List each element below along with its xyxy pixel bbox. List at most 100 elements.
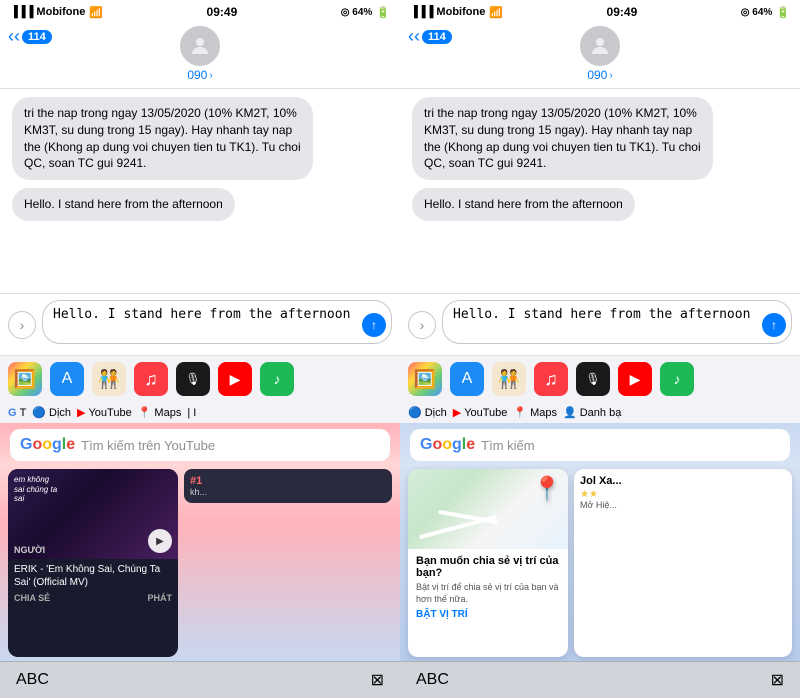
quick-link-contacts-right[interactable]: 👤 Danh bạ xyxy=(563,406,621,419)
status-left: ▐▐▐ Mobifone 📶 xyxy=(10,6,103,19)
signal-icon-left: ◎ 64% xyxy=(341,7,373,18)
play-action-button-left[interactable]: PHÁT xyxy=(148,593,173,603)
status-right-left: ◎ 64% 🔋 xyxy=(341,6,390,19)
music-icon-right[interactable]: ♫ xyxy=(534,362,568,396)
video-info-left: ERIK - 'Em Không Sai, Chúng Ta Sai' (Off… xyxy=(8,559,178,607)
partial-card-right[interactable]: Jol Xa... ★★ Mở Hiệ... xyxy=(574,469,792,657)
maps-title-right: Bạn muốn chia sẻ vị trí của bạn? xyxy=(416,555,560,579)
video-thumbnail-left: NGƯỜI em khôngsai chúng tasai ▶ xyxy=(8,469,178,559)
youtube-icon-right[interactable]: ▶ xyxy=(618,362,652,396)
keyboard-label-left: ABC xyxy=(16,671,49,689)
quick-link-translate-label-right: Dịch xyxy=(425,407,447,419)
wifi-icon-right: 📶 xyxy=(489,6,503,19)
search-placeholder-left: Tìm kiếm trên YouTube xyxy=(81,438,215,453)
message-bubble-right-0: tri the nap trong ngay 13/05/2020 (10% K… xyxy=(412,97,713,180)
status-bar-right: ▐▐▐ Mobifone 📶 09:49 ◎ 64% 🔋 xyxy=(400,0,800,22)
avatar-right xyxy=(580,26,620,66)
search-placeholder-right: Tìm kiếm xyxy=(481,438,534,453)
quick-link-youtube-left[interactable]: ▶ YouTube xyxy=(77,406,132,419)
quick-link-translate-left[interactable]: 🔵 Dịch xyxy=(32,406,71,419)
quick-link-youtube-right[interactable]: ▶ YouTube xyxy=(453,406,508,419)
quick-link-google-left[interactable]: G T xyxy=(8,407,26,419)
chat-header-left: ‹‹ 114 090 › xyxy=(0,22,400,89)
contact-chevron-left: › xyxy=(209,70,212,81)
text-input-right[interactable]: Hello. I stand here from the afternoon xyxy=(442,300,792,344)
photos-icon-right[interactable]: 🖼️ xyxy=(408,362,442,396)
appstore-icon-right[interactable]: A xyxy=(450,362,484,396)
quick-link-youtube-label-left: YouTube xyxy=(88,407,131,419)
quick-link-translate-label: Dịch xyxy=(49,407,71,419)
text-input-wrapper-left: Hello. I stand here from the afternoon ↑ xyxy=(42,300,392,349)
quick-link-google-label: T xyxy=(20,407,27,419)
search-box-right[interactable]: Google Tìm kiếm xyxy=(410,429,790,461)
status-right-right: ◎ 64% 🔋 xyxy=(741,6,790,19)
keyboard-bar-right: ABC ⊠ xyxy=(400,661,800,698)
back-button-left[interactable]: ‹‹ 114 xyxy=(8,26,52,47)
maps-action-button[interactable]: BẬT VỊ TRÍ xyxy=(416,609,560,620)
left-panel: ▐▐▐ Mobifone 📶 09:49 ◎ 64% 🔋 ‹‹ 114 090 … xyxy=(0,0,400,698)
expand-button-left[interactable]: › xyxy=(8,311,36,339)
contact-name-right[interactable]: 090 › xyxy=(587,68,612,82)
search-container-right: Google Tìm kiếm xyxy=(400,423,800,465)
spotify-icon-left[interactable]: ♪ xyxy=(260,362,294,396)
photos-icon-left[interactable]: 🖼️ xyxy=(8,362,42,396)
chat-header-right: ‹‹ 114 090 › xyxy=(400,22,800,89)
quick-link-translate-right[interactable]: 🔵 Dịch xyxy=(408,406,447,419)
app-icons-row-left: 🖼️ A 🧑‍🤝‍🧑 ♫ 🎙 ▶ ♪ xyxy=(0,355,400,402)
expand-button-right[interactable]: › xyxy=(408,311,436,339)
contact-name-left[interactable]: 090 › xyxy=(187,68,212,82)
avatar-left xyxy=(180,26,220,66)
text-input-left[interactable]: Hello. I stand here from the afternoon xyxy=(42,300,392,344)
right-panel: ▐▐▐ Mobifone 📶 09:49 ◎ 64% 🔋 ‹‹ 114 090 … xyxy=(400,0,800,698)
right-cards-left: #1 kh... xyxy=(184,469,392,657)
maps-info-right: Bạn muốn chia sẻ vị trí của bạn? Bật vị … xyxy=(408,549,568,626)
chevron-icon-right: ‹‹ xyxy=(408,26,420,47)
contact-chevron-right: › xyxy=(609,70,612,81)
carrier-left: ▐▐▐ Mobifone xyxy=(10,6,85,18)
search-box-left[interactable]: Google Tìm kiếm trên YouTube xyxy=(10,429,390,461)
play-button-left[interactable]: ▶ xyxy=(148,529,172,553)
video-title-left: ERIK - 'Em Không Sai, Chúng Ta Sai' (Off… xyxy=(14,563,172,589)
keyboard-close-right[interactable]: ⊠ xyxy=(771,670,784,690)
chevron-icon-left: ‹‹ xyxy=(8,26,20,47)
sent-row-left: Hello. I stand here from the afternoon xyxy=(12,188,388,221)
wifi-icon-left: 📶 xyxy=(89,6,103,19)
google-logo-left: Google xyxy=(20,436,75,454)
clubhouse-icon-right[interactable]: 🎙 xyxy=(576,362,610,396)
quick-link-info-left[interactable]: | I xyxy=(187,407,196,419)
send-button-left[interactable]: ↑ xyxy=(362,313,386,337)
input-bar-right: › Hello. I stand here from the afternoon… xyxy=(400,293,800,355)
partial-desc-right: Mở Hiệ... xyxy=(580,500,786,512)
video-actions-left: CHIA SẺ PHÁT xyxy=(14,593,172,603)
memoji-icon-left[interactable]: 🧑‍🤝‍🧑 xyxy=(92,362,126,396)
keyboard-close-left[interactable]: ⊠ xyxy=(371,670,384,690)
sent-row-right: Hello. I stand here from the afternoon xyxy=(412,188,788,221)
partial-stars-right: ★★ xyxy=(580,489,786,500)
back-button-right[interactable]: ‹‹ 114 xyxy=(408,26,452,47)
send-button-right[interactable]: ↑ xyxy=(762,313,786,337)
back-badge-left: 114 xyxy=(22,30,52,44)
share-button-left[interactable]: CHIA SẺ xyxy=(14,593,50,603)
quick-link-maps-right[interactable]: 📍 Maps xyxy=(513,406,557,419)
quick-links-left: G T 🔵 Dịch ▶ YouTube 📍 Maps | I xyxy=(0,402,400,423)
appstore-icon-left[interactable]: A xyxy=(50,362,84,396)
messages-area-left: tri the nap trong ngay 13/05/2020 (10% K… xyxy=(0,89,400,293)
youtube-icon-left[interactable]: ▶ xyxy=(218,362,252,396)
music-icon-left[interactable]: ♫ xyxy=(134,362,168,396)
quick-links-right: 🔵 Dịch ▶ YouTube 📍 Maps 👤 Danh bạ xyxy=(400,402,800,423)
memoji-icon-right[interactable]: 🧑‍🤝‍🧑 xyxy=(492,362,526,396)
trending-card-left[interactable]: #1 kh... xyxy=(184,469,392,503)
video-card-left[interactable]: NGƯỜI em khôngsai chúng tasai ▶ ERIK - '… xyxy=(8,469,178,657)
status-left-right: ▐▐▐ Mobifone 📶 xyxy=(410,6,503,19)
maps-desc-right: Bật vị trí để chia sẻ vị trí của bạn và … xyxy=(416,582,560,605)
input-bar-left: › Hello. I stand here from the afternoon… xyxy=(0,293,400,355)
quick-link-maps-label-right: Maps xyxy=(530,407,557,419)
message-bubble-0: tri the nap trong ngay 13/05/2020 (10% K… xyxy=(12,97,313,180)
carrier-right: ▐▐▐ Mobifone xyxy=(410,6,485,18)
clubhouse-icon-left[interactable]: 🎙 xyxy=(176,362,210,396)
maps-card-right[interactable]: 📍 Bạn muốn chia sẻ vị trí của bạn? Bật v… xyxy=(408,469,568,657)
map-preview-right: 📍 xyxy=(408,469,568,549)
quick-link-maps-left[interactable]: 📍 Maps xyxy=(138,406,182,419)
trending-text: kh... xyxy=(190,487,386,497)
spotify-icon-right[interactable]: ♪ xyxy=(660,362,694,396)
